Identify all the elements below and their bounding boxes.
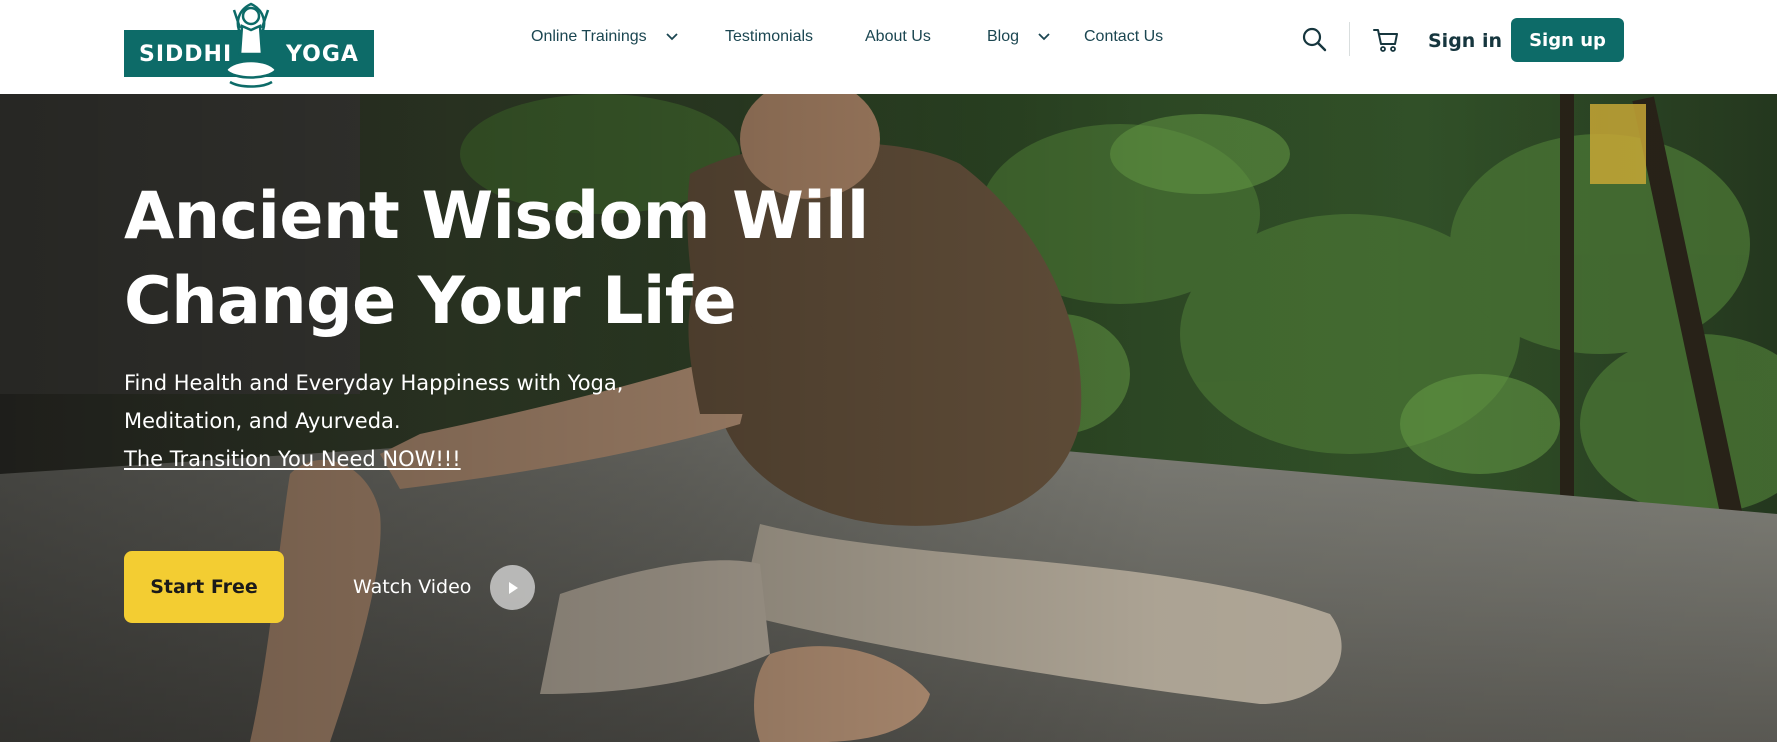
sign-up-button[interactable]: Sign up (1511, 18, 1624, 62)
meditating-figure-icon (224, 2, 278, 88)
header-divider (1349, 22, 1350, 56)
nav-contact-us-label: Contact Us (1084, 28, 1164, 45)
nav-contact-us[interactable]: Contact Us (1084, 28, 1163, 46)
nav-about-us-label: About Us (865, 28, 931, 45)
nav-about-us[interactable]: About Us (865, 28, 931, 46)
subtext-line-1: Find Health and Everyday Happiness with … (124, 371, 624, 395)
headline-line-1: Ancient Wisdom Will (124, 179, 869, 254)
headline-line-2: Change Your Life (124, 264, 737, 339)
chevron-down-icon (666, 33, 678, 41)
sign-in-link[interactable]: Sign in (1428, 30, 1502, 52)
watch-video-label[interactable]: Watch Video (353, 565, 471, 609)
transition-link[interactable]: The Transition You Need NOW!!! (124, 440, 684, 478)
nav-testimonials[interactable]: Testimonials (725, 28, 813, 46)
site-header: SIDDHI YOGA Online Trainings Testimonial… (0, 0, 1777, 94)
hero-section: Ancient Wisdom Will Change Your Life Fin… (0, 94, 1777, 742)
search-icon[interactable] (1301, 26, 1327, 52)
play-video-button[interactable] (490, 565, 535, 610)
siddhi-yoga-logo[interactable]: SIDDHI YOGA (124, 0, 374, 92)
logo-text-right: YOGA (286, 42, 359, 67)
logo-text-left: SIDDHI (139, 42, 233, 67)
nav-online-trainings-label: Online Trainings (531, 28, 647, 45)
hero-subtext: Find Health and Everyday Happiness with … (124, 364, 684, 478)
start-free-button[interactable]: Start Free (124, 551, 284, 623)
nav-blog-label: Blog (987, 28, 1020, 45)
nav-blog[interactable]: Blog (987, 28, 1051, 46)
cart-icon[interactable] (1372, 26, 1400, 54)
nav-online-trainings[interactable]: Online Trainings (531, 28, 679, 46)
hero-headline: Ancient Wisdom Will Change Your Life (124, 174, 944, 344)
chevron-down-icon (1038, 33, 1051, 41)
nav-testimonials-label: Testimonials (725, 28, 814, 45)
play-icon (508, 581, 518, 594)
subtext-line-2: Meditation, and Ayurveda. (124, 409, 401, 433)
